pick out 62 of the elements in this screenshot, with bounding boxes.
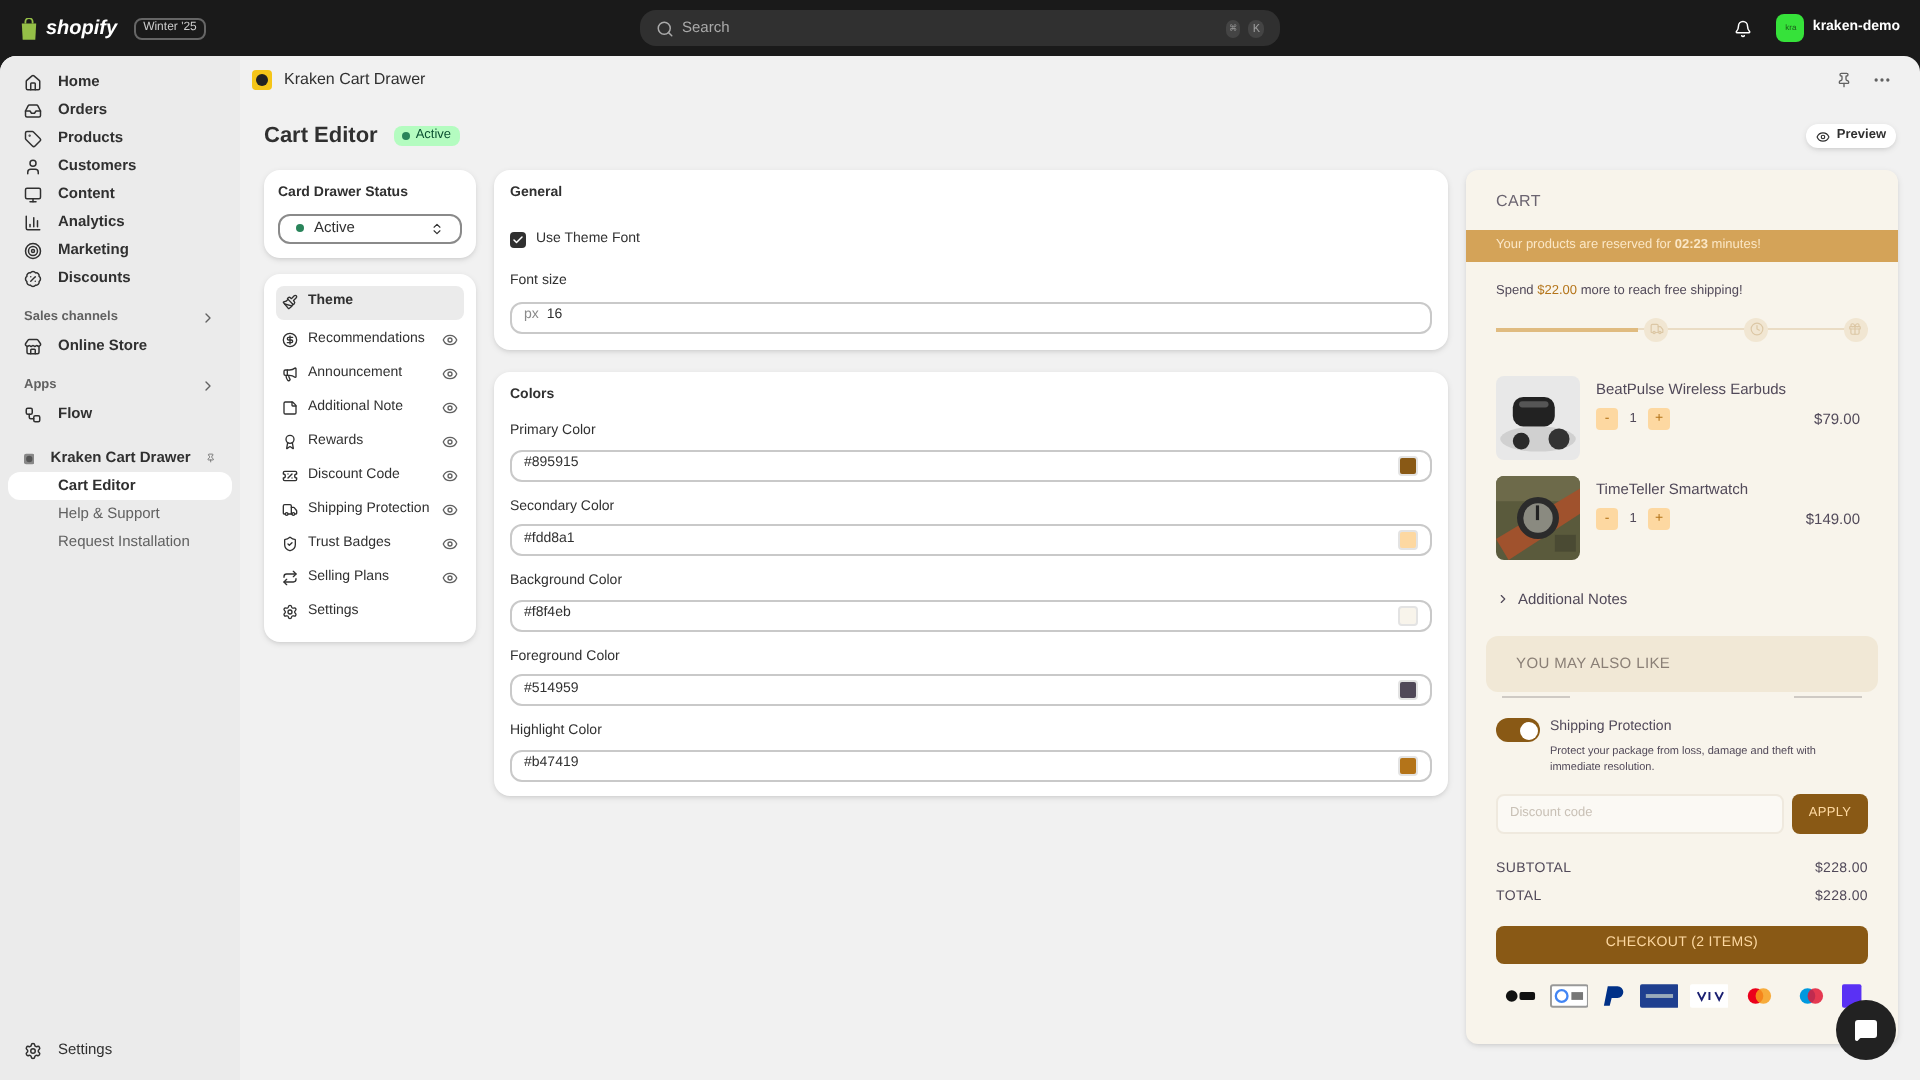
pin-icon[interactable] [1836,72,1852,88]
workflow-icon [24,405,42,423]
shopping-bag-icon [20,17,38,39]
truck-icon [282,502,298,518]
megaphone-icon [282,366,298,382]
app-title: Kraken Cart Drawer [284,68,426,92]
color-swatch[interactable] [1398,530,1418,550]
select-arrows-icon [430,221,444,235]
color-swatch[interactable] [1398,680,1418,700]
chevron-right-icon[interactable] [200,310,216,326]
eye-icon[interactable] [442,468,458,484]
page-title: Cart Editor [264,121,378,152]
payment-logo-icon [1689,984,1729,1008]
settings-icon [24,1041,42,1059]
eye-icon[interactable] [442,434,458,450]
payment-logo-icon [1639,984,1678,1008]
checkbox[interactable] [510,231,526,248]
eye-icon[interactable] [442,536,458,552]
person-icon [24,157,42,175]
award-icon [282,434,298,450]
repeat-icon [282,570,298,586]
bar-chart-icon [24,213,42,231]
eye-icon [1816,129,1831,143]
eye-icon[interactable] [442,366,458,382]
search-icon [656,19,674,37]
brush-icon [282,294,298,310]
truck-icon [1649,322,1664,337]
shipping-protection-toggle[interactable] [1496,718,1540,742]
eye-icon[interactable] [442,570,458,586]
pin-icon[interactable] [206,450,216,466]
payment-logo-icon [1502,986,1537,1006]
color-swatch[interactable] [1398,755,1418,775]
inbox-icon [24,101,42,119]
chat-icon [1854,1018,1878,1042]
chevron-right-icon [1496,591,1510,606]
payment-logo-icon [1599,984,1628,1008]
percent-badge-icon [24,269,42,287]
cart-title: CART [1494,190,1543,214]
target-icon [24,241,42,259]
note-icon [282,400,298,416]
chevron-right-icon[interactable] [200,378,216,394]
eye-icon[interactable] [442,400,458,416]
notification-bell-icon[interactable] [1734,19,1753,37]
eye-icon[interactable] [442,502,458,518]
brand-logo[interactable]: shopify [46,13,118,43]
app-logo-icon [252,70,272,90]
ticket-icon [282,468,298,484]
shield-icon [282,536,298,552]
color-swatch[interactable] [1398,605,1418,625]
home-icon [24,73,42,91]
coin-icon [282,332,298,348]
gift-icon [1848,322,1863,337]
storefront-icon [24,337,42,355]
payment-logo-icon [1549,984,1588,1008]
check-icon [512,233,524,246]
color-swatch[interactable] [1398,455,1418,475]
monitor-icon [24,185,42,203]
tag-icon [24,129,42,147]
app-icon [24,449,35,467]
settings-icon [282,604,298,620]
eye-icon[interactable] [442,332,458,348]
clock-icon [1749,322,1764,337]
